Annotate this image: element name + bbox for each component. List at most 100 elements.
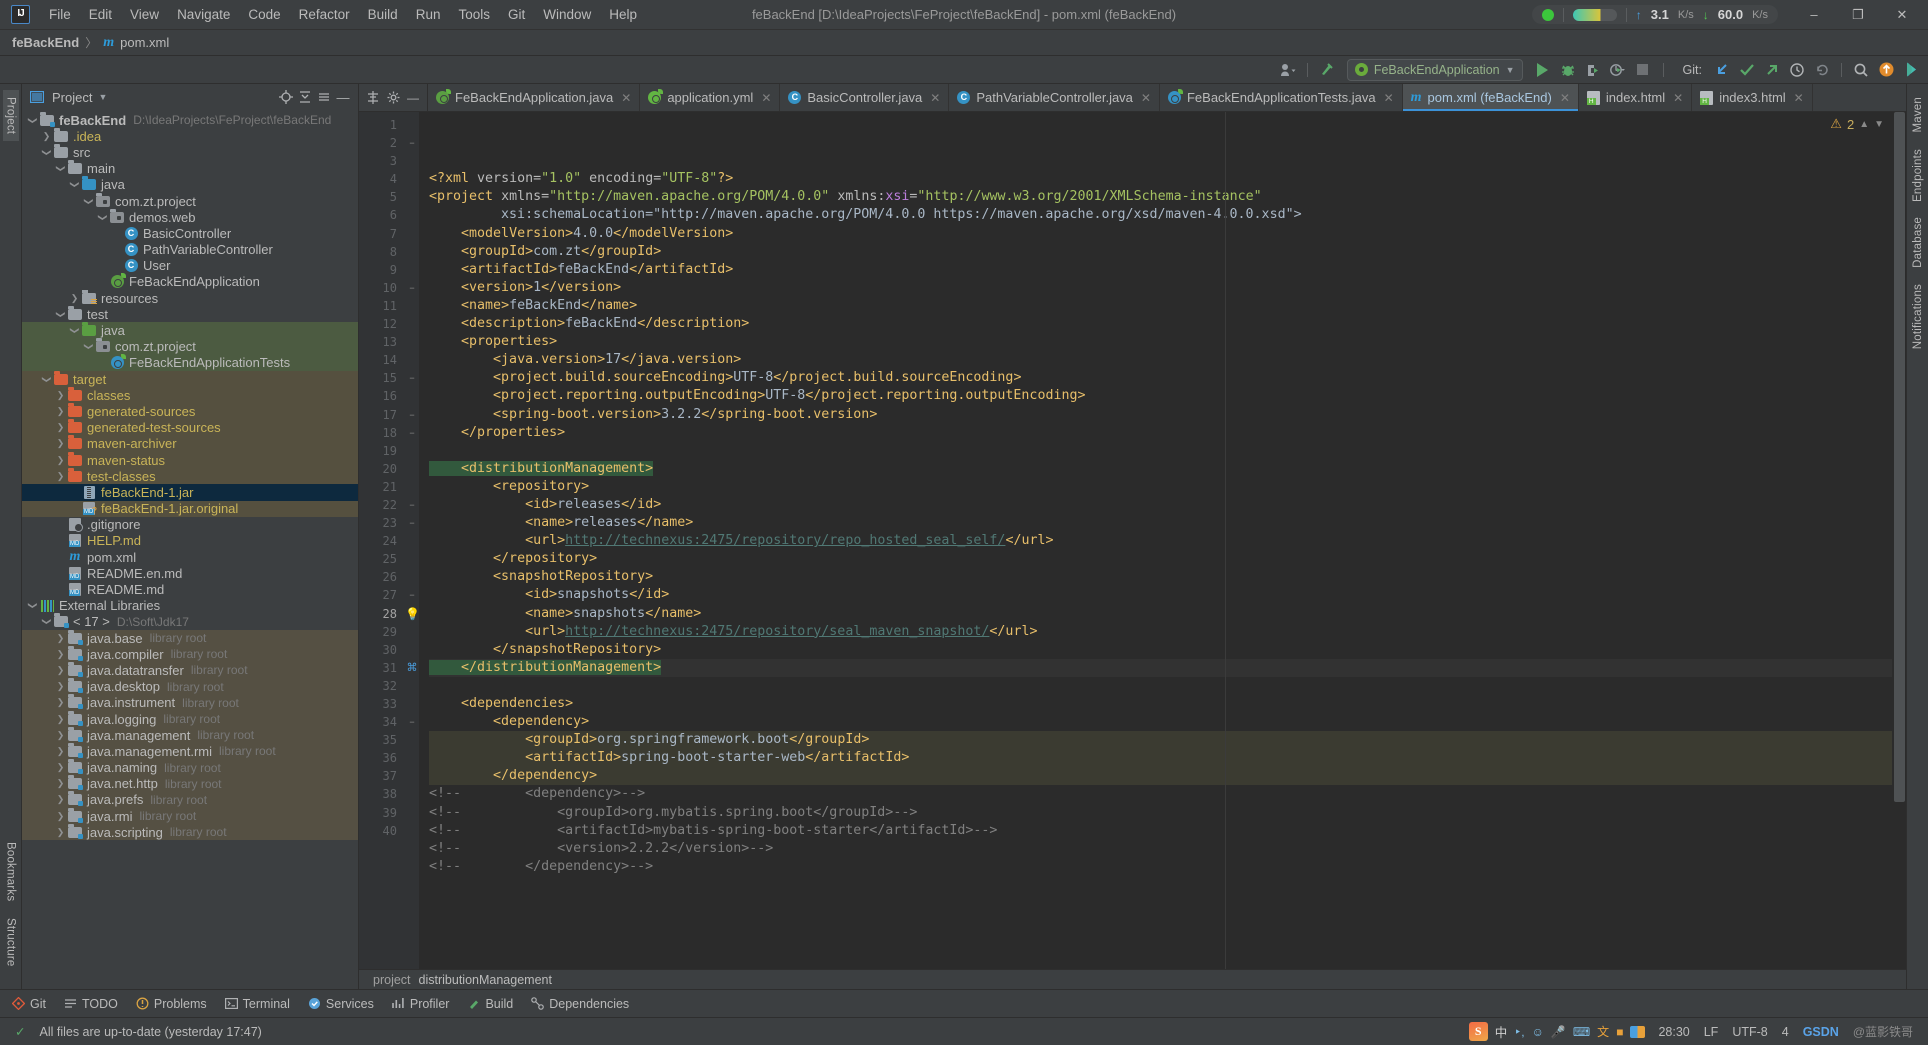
tree-node-java-base[interactable]: ❯ java.base library root bbox=[22, 629, 358, 647]
menu-refactor[interactable]: Refactor bbox=[290, 3, 359, 26]
tree-node-java-instrument[interactable]: ❯ java.instrument library root bbox=[22, 694, 358, 711]
hide-editor-icon[interactable]: ― bbox=[404, 89, 422, 107]
code-line[interactable]: <project.build.sourceEncoding>UTF-8</pro… bbox=[429, 369, 1892, 387]
breadcrumb-item-distributionmanagement[interactable]: distributionManagement bbox=[419, 973, 552, 987]
breadcrumb-item-project[interactable]: project bbox=[373, 973, 411, 987]
git-history-icon[interactable] bbox=[1786, 59, 1808, 81]
git-update-icon[interactable] bbox=[1711, 59, 1733, 81]
fold-marker-icon[interactable]: − bbox=[405, 424, 419, 442]
tree-node-febackend-1-jar-original[interactable]: ? feBackEnd-1.jar.original bbox=[22, 500, 358, 517]
editor-tab-pathvariablecontroller-java[interactable]: C PathVariableController.java ✕ bbox=[949, 84, 1160, 111]
chevron-right-icon[interactable]: ❯ bbox=[40, 131, 53, 142]
code-line[interactable]: <java.version>17</java.version> bbox=[429, 351, 1892, 369]
menu-navigate[interactable]: Navigate bbox=[168, 3, 239, 26]
tree-node--idea[interactable]: ❯ .idea bbox=[22, 127, 358, 144]
code-line[interactable]: </repository> bbox=[429, 550, 1892, 568]
tree-node-maven-archiver[interactable]: ❯ maven-archiver bbox=[22, 435, 358, 452]
tree-node-java[interactable]: ❯ java bbox=[22, 322, 358, 339]
split-icon[interactable] bbox=[364, 89, 382, 107]
tree-node-readme-en-md[interactable]: README.en.md bbox=[22, 565, 358, 581]
tree-node-java-naming[interactable]: ❯ java.naming library root bbox=[22, 759, 358, 776]
build-hammer-icon[interactable] bbox=[1316, 59, 1338, 81]
run-with-coverage-button[interactable] bbox=[1582, 59, 1604, 81]
chevron-right-icon[interactable]: ❯ bbox=[54, 665, 67, 676]
menu-run[interactable]: Run bbox=[407, 3, 450, 26]
breadcrumb-project[interactable]: feBackEnd bbox=[12, 35, 79, 50]
chevron-down-icon[interactable]: ❯ bbox=[41, 146, 52, 159]
tree-node-maven-status[interactable]: ❯ maven-status bbox=[22, 451, 358, 469]
menu-view[interactable]: View bbox=[121, 3, 168, 26]
tree-node-java-compiler[interactable]: ❯ java.compiler library root bbox=[22, 645, 358, 663]
tool-window-build[interactable]: Build bbox=[459, 994, 521, 1014]
tree-node-java-logging[interactable]: ❯ java.logging library root bbox=[22, 710, 358, 728]
tree-node-demos-web[interactable]: ❯ demos.web bbox=[22, 208, 358, 225]
menu-edit[interactable]: Edit bbox=[80, 3, 121, 26]
chevron-down-icon[interactable]: ❯ bbox=[83, 340, 94, 353]
tree-node-test-classes[interactable]: ❯ test-classes bbox=[22, 467, 358, 485]
fold-marker-icon[interactable]: − bbox=[405, 514, 419, 532]
git-commit-icon[interactable] bbox=[1736, 59, 1758, 81]
editor-tab-index-html[interactable]: index.html ✕ bbox=[1579, 84, 1693, 111]
editor-tab-basiccontroller-java[interactable]: C BasicController.java ✕ bbox=[780, 84, 950, 111]
intention-bulb-icon[interactable]: 💡 bbox=[405, 605, 420, 623]
chevron-down-icon[interactable]: ❯ bbox=[97, 211, 108, 224]
menu-git[interactable]: Git bbox=[499, 3, 534, 26]
editor-tab-pom-xml-febackend-[interactable]: m pom.xml (feBackEnd) ✕ bbox=[1402, 84, 1579, 111]
gear-icon[interactable] bbox=[384, 89, 402, 107]
tree-node-java[interactable]: ❯ java bbox=[22, 176, 358, 193]
tree-node-java-management-rmi[interactable]: ❯ java.management.rmi library root bbox=[22, 742, 358, 760]
tree-node-pathvariablecontroller[interactable]: C PathVariableController bbox=[22, 242, 358, 258]
upload-plugin-icon[interactable] bbox=[1875, 59, 1897, 81]
tree-node-pom-xml[interactable]: m pom.xml bbox=[22, 549, 358, 565]
profile-button[interactable] bbox=[1607, 59, 1629, 81]
panel-options-icon[interactable] bbox=[315, 88, 333, 106]
media-play-icon[interactable] bbox=[1900, 59, 1922, 81]
ime-language[interactable]: 中 bbox=[1495, 1022, 1508, 1041]
chevron-down-icon[interactable]: ❯ bbox=[41, 615, 52, 628]
code-line[interactable]: <?xml version="1.0" encoding="UTF-8"?> bbox=[429, 170, 1892, 188]
tree-node--17-[interactable]: ❯ < 17 > D:\Soft\Jdk17 bbox=[22, 613, 358, 630]
close-button[interactable]: ✕ bbox=[1880, 0, 1924, 29]
tree-node-febackendapplication[interactable]: FeBackEndApplication bbox=[22, 273, 358, 290]
strip-maven[interactable]: Maven bbox=[1910, 90, 1926, 140]
strip-database[interactable]: Database bbox=[1910, 210, 1926, 275]
chevron-right-icon[interactable]: ❯ bbox=[54, 762, 67, 773]
strip-endpoints[interactable]: Endpoints bbox=[1910, 142, 1926, 209]
tool-window-todo[interactable]: TODO bbox=[56, 994, 126, 1014]
close-icon[interactable]: ✕ bbox=[930, 91, 940, 105]
code-line[interactable]: <name>feBackEnd</name> bbox=[429, 297, 1892, 315]
tree-node-generated-sources[interactable]: ❯ generated-sources bbox=[22, 402, 358, 420]
code-line[interactable]: <dependencies> bbox=[429, 695, 1892, 713]
strip-bookmarks[interactable]: Bookmarks bbox=[3, 835, 19, 908]
tool-window-git[interactable]: Git bbox=[4, 994, 54, 1014]
chevron-right-icon[interactable]: ❯ bbox=[54, 746, 67, 757]
chevron-right-icon[interactable]: ❯ bbox=[54, 730, 67, 741]
chevron-down-icon[interactable]: ▼ bbox=[98, 92, 107, 102]
code-line[interactable]: <id>snapshots</id> bbox=[429, 586, 1892, 604]
run-button[interactable] bbox=[1532, 59, 1554, 81]
ime-menu-icon[interactable] bbox=[1630, 1025, 1646, 1038]
search-icon[interactable] bbox=[1850, 59, 1872, 81]
tree-node-com-zt-project[interactable]: ❯ com.zt.project bbox=[22, 192, 358, 209]
ime-translate-icon[interactable]: 文 bbox=[1597, 1023, 1609, 1040]
chevron-down-icon[interactable]: ❯ bbox=[27, 599, 38, 612]
code-line[interactable]: <!-- <artifactId>mybatis-spring-boot-sta… bbox=[429, 822, 1892, 840]
tree-node-generated-test-sources[interactable]: ❯ generated-test-sources bbox=[22, 419, 358, 436]
fold-marker-icon[interactable]: − bbox=[405, 369, 419, 387]
chevron-right-icon[interactable]: ❯ bbox=[54, 778, 67, 789]
tree-node-febackend[interactable]: ❯ feBackEnd D:\IdeaProjects\FeProject\feBa… bbox=[22, 111, 358, 128]
indent-setting[interactable]: 4 bbox=[1775, 1025, 1796, 1039]
chevron-down-icon[interactable]: ❯ bbox=[41, 373, 52, 386]
tree-node-classes[interactable]: ❯ classes bbox=[22, 386, 358, 404]
collapse-all-icon[interactable] bbox=[296, 88, 314, 106]
code-line[interactable]: <snapshotRepository> bbox=[429, 568, 1892, 586]
fold-marker-icon[interactable]: − bbox=[405, 279, 419, 297]
code-line[interactable]: <project.reporting.outputEncoding>UTF-8<… bbox=[429, 387, 1892, 405]
tree-node-febackend-1-jar[interactable]: feBackEnd-1.jar bbox=[22, 484, 358, 501]
chevron-down-icon[interactable]: ❯ bbox=[83, 195, 94, 208]
menu-window[interactable]: Window bbox=[534, 3, 600, 26]
ime-toolbox-icon[interactable]: ■ bbox=[1616, 1025, 1623, 1039]
hide-panel-icon[interactable]: ― bbox=[334, 88, 352, 106]
menu-build[interactable]: Build bbox=[359, 3, 407, 26]
tool-window-services[interactable]: Services bbox=[300, 994, 382, 1014]
